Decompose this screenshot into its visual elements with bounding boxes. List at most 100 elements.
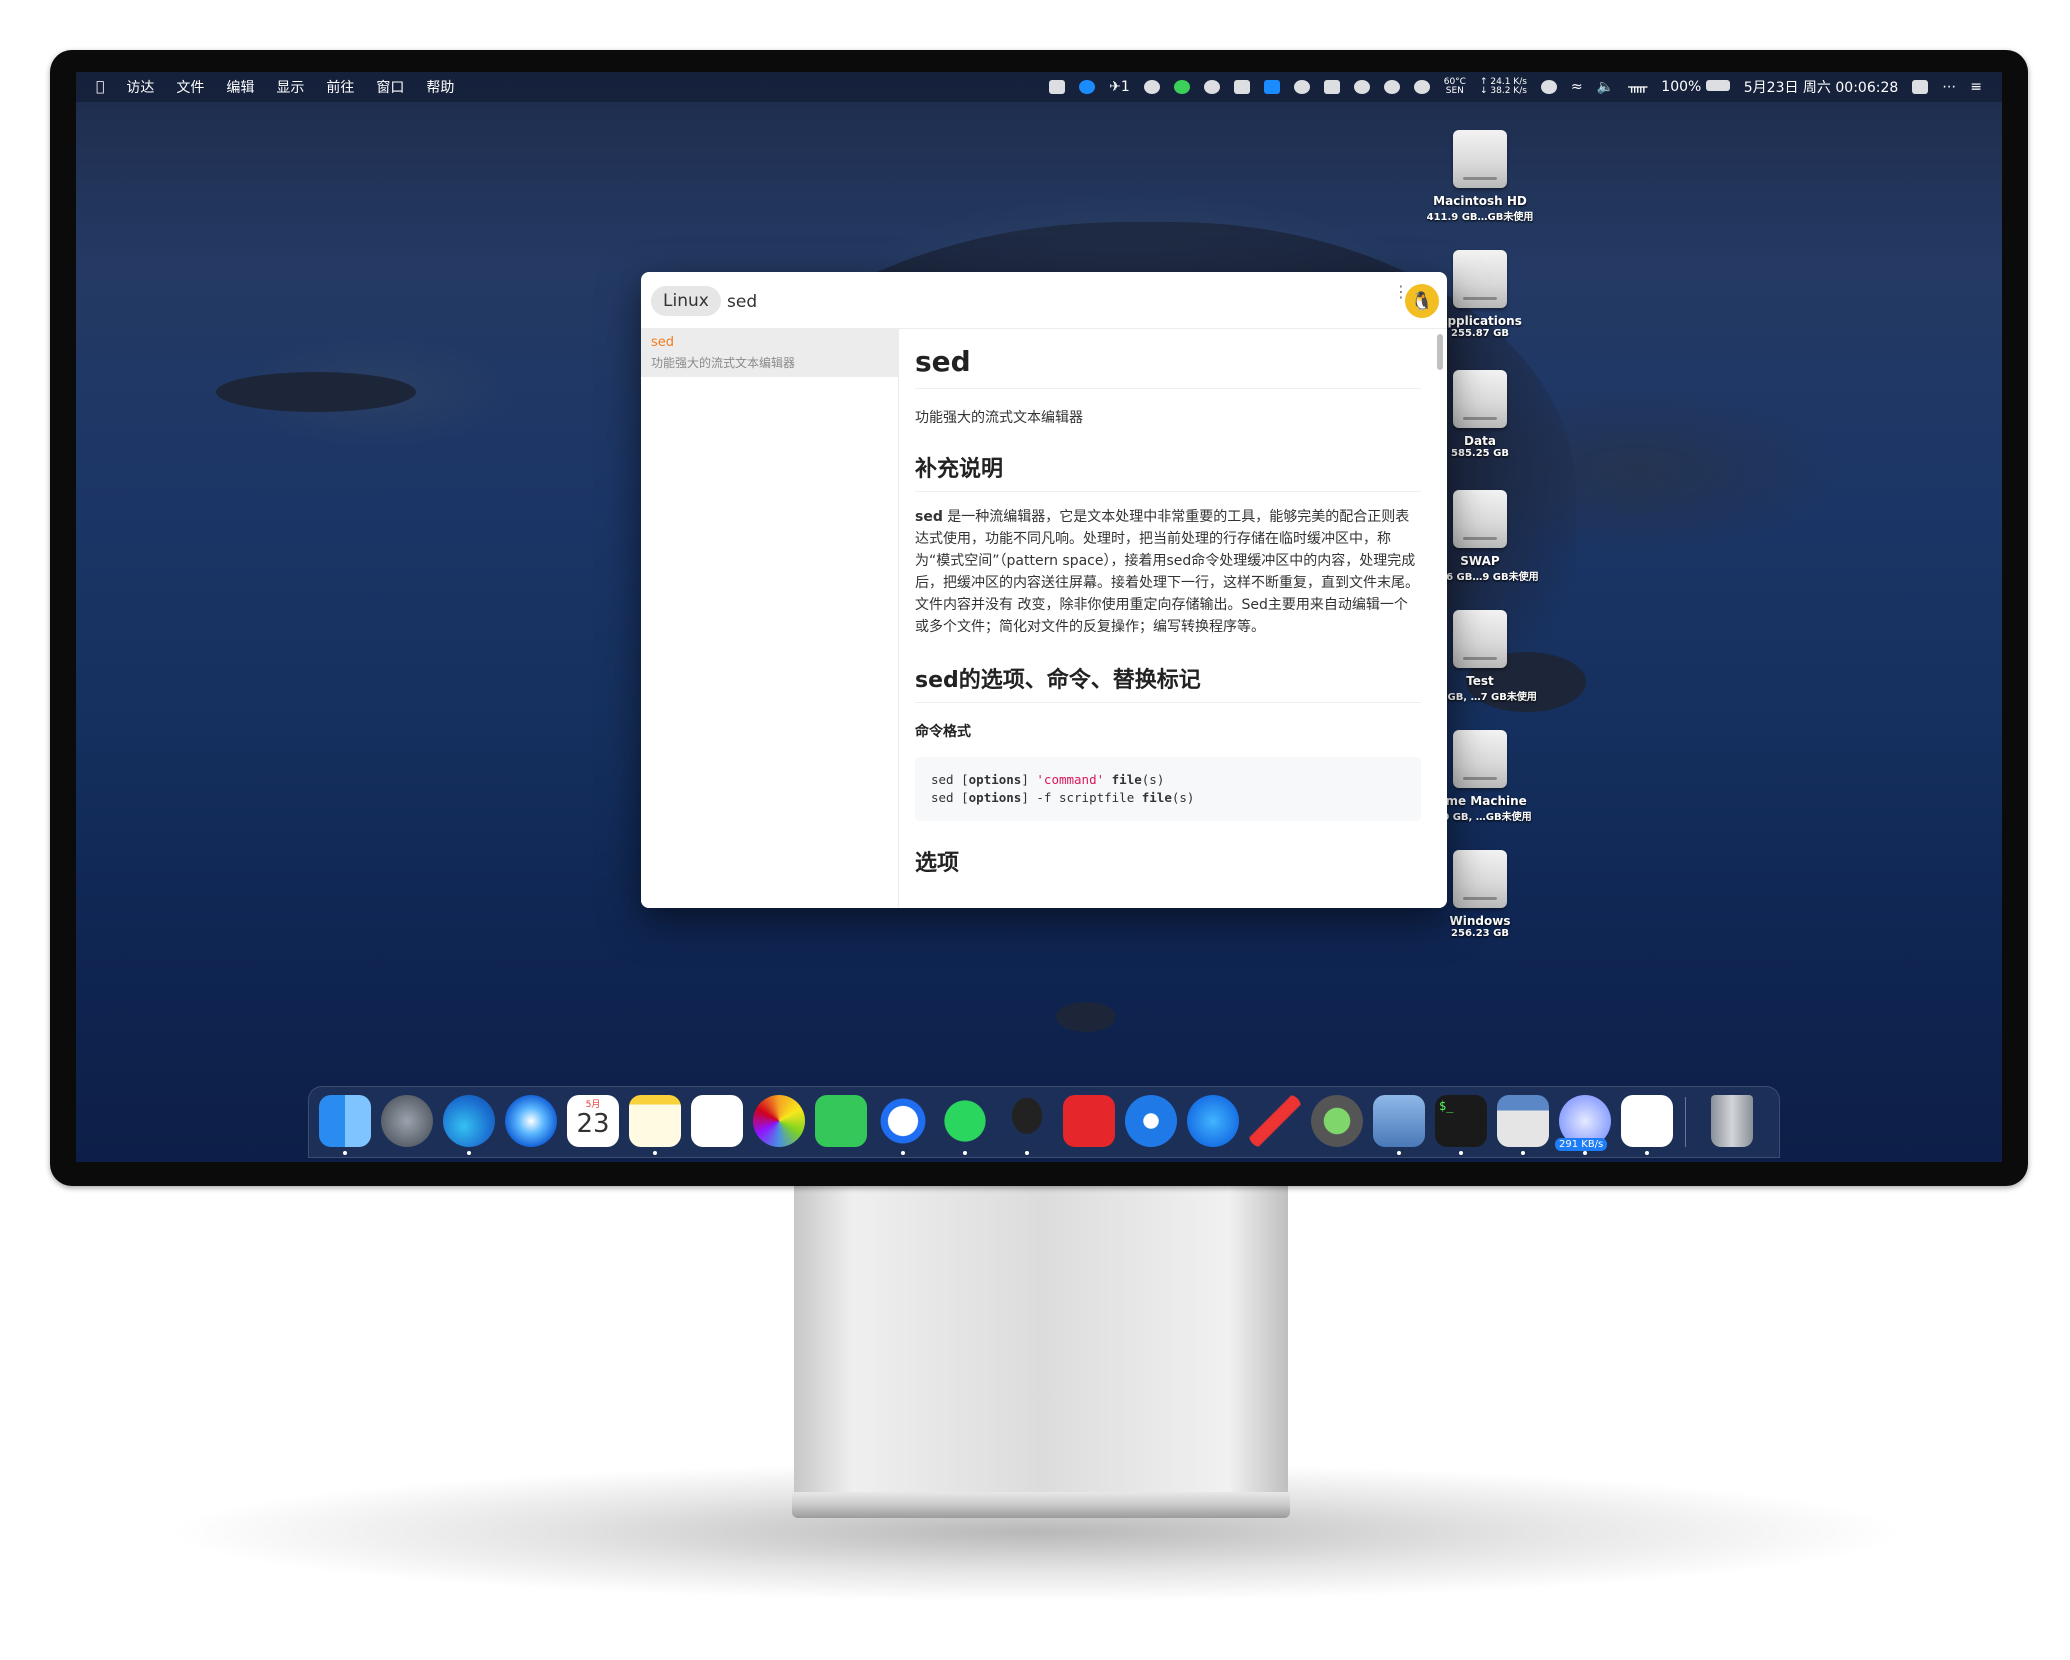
clover-icon[interactable] xyxy=(1173,80,1190,94)
trash-icon[interactable] xyxy=(1711,1095,1753,1147)
section-paragraph: sed 是一种流编辑器，它是文本处理中非常重要的工具，能够完美的配合正则表达式使… xyxy=(915,506,1421,638)
drive-size: 411.9 GB…GB未使用 xyxy=(1426,212,1534,223)
app-store-icon[interactable] xyxy=(1187,1095,1239,1147)
menu-file[interactable]: 文件 xyxy=(176,77,204,97)
monitor-stand-neck xyxy=(794,1186,1288,1492)
app-switch-icon[interactable] xyxy=(1912,80,1929,94)
calendar-icon[interactable]: 5月 23 xyxy=(567,1095,619,1147)
category-tag[interactable]: Linux xyxy=(651,286,721,316)
scrollbar[interactable] xyxy=(1437,334,1443,370)
messages-icon[interactable] xyxy=(877,1095,929,1155)
network-monitor-icon[interactable]: 291 KB/s xyxy=(1555,1095,1611,1155)
running-indicator xyxy=(343,1151,347,1155)
battery-status[interactable]: 100% xyxy=(1661,79,1730,95)
navigation-icon[interactable] xyxy=(1125,1095,1177,1147)
paragraph-lead: sed xyxy=(915,509,943,525)
wechat-icon[interactable] xyxy=(939,1095,991,1155)
result-subtitle: 功能强大的流式文本编辑器 xyxy=(651,356,796,370)
running-indicator xyxy=(1025,1151,1029,1155)
qq-icon[interactable] xyxy=(1001,1095,1053,1155)
monitor-bezel:  访达 文件 编辑 显示 前往 窗口 帮助 ✈1 xyxy=(50,50,2028,1186)
drive-macintosh-hd[interactable]: Macintosh HD 411.9 GB…GB未使用 xyxy=(1420,130,1540,223)
volume-icon[interactable]: 🔈 xyxy=(1597,79,1614,95)
more-icon[interactable]: ⋯ xyxy=(1942,79,1956,95)
notes-icon[interactable] xyxy=(629,1095,681,1155)
finder-icon[interactable] xyxy=(319,1095,371,1155)
disk-utility-icon[interactable] xyxy=(1497,1095,1549,1155)
control-center-icon[interactable]: ≡ xyxy=(1970,79,1982,95)
hard-drive-icon xyxy=(1453,730,1507,788)
vpn-icon[interactable] xyxy=(1540,80,1557,94)
apple-menu-icon[interactable]:  xyxy=(96,79,104,95)
section-heading-supplement: 补充说明 xyxy=(915,451,1421,492)
running-indicator xyxy=(1583,1151,1587,1155)
code-token: ] xyxy=(1021,790,1037,805)
code-token: -f scriptfile xyxy=(1036,790,1142,805)
preview-icon[interactable] xyxy=(1373,1095,1425,1155)
command-lookup-window: Linux ⋮ 🐧 sed 功能强大的流式文本编辑器 sed 功能强大的流式文本… xyxy=(641,272,1447,908)
wallpaper-rock xyxy=(1056,1002,1116,1032)
code-token: (s) xyxy=(1171,790,1195,805)
menu-finder[interactable]: 访达 xyxy=(126,77,154,97)
clock[interactable]: 5月23日 周六 00:06:28 xyxy=(1744,77,1899,97)
hard-drive-icon xyxy=(1453,490,1507,548)
code-line: sed [options] -f scriptfile file(s) xyxy=(931,789,1405,807)
hard-drive-icon xyxy=(1453,130,1507,188)
reminders-icon[interactable] xyxy=(691,1095,743,1147)
menu-window[interactable]: 窗口 xyxy=(376,77,404,97)
screen-mirror-icon[interactable] xyxy=(1323,80,1340,94)
menu-go[interactable]: 前往 xyxy=(326,77,354,97)
display-icon[interactable] xyxy=(1263,80,1280,94)
section-heading-flags: 选项 xyxy=(915,851,960,876)
search-input[interactable] xyxy=(725,284,1329,320)
hexagon-icon[interactable] xyxy=(1413,80,1430,94)
safari-icon[interactable] xyxy=(505,1095,557,1147)
dock: 5月 23 $_ 291 KB/s xyxy=(308,1086,1780,1158)
menu-edit[interactable]: 编辑 xyxy=(226,77,254,97)
search-status-icon[interactable] xyxy=(1293,80,1310,94)
tools-icon[interactable] xyxy=(1249,1095,1301,1147)
result-title: sed xyxy=(651,335,675,350)
launchpad-icon[interactable] xyxy=(381,1095,433,1147)
photos-icon[interactable] xyxy=(753,1095,805,1147)
cpu-temp[interactable]: 60°C SEN xyxy=(1444,78,1466,96)
network-speed[interactable]: ↑ 24.1 K/s ↓ 38.2 K/s xyxy=(1480,78,1527,96)
cloud-link-icon[interactable] xyxy=(1143,80,1160,94)
hard-drive-icon xyxy=(1453,610,1507,668)
doc-title: sed xyxy=(915,345,1421,389)
net-speed-badge: 291 KB/s xyxy=(1555,1138,1608,1151)
dock-separator xyxy=(1685,1097,1686,1147)
terminal-icon[interactable]: $_ xyxy=(1435,1095,1487,1155)
monitor-stand-base xyxy=(792,1492,1290,1518)
list-item[interactable]: sed 功能强大的流式文本编辑器 xyxy=(641,329,898,377)
doc-content: sed 功能强大的流式文本编辑器 补充说明 sed 是一种流编辑器，它是文本处理… xyxy=(899,329,1447,908)
wifi-icon[interactable]: ≈ xyxy=(1571,79,1583,95)
cloud-icon[interactable] xyxy=(1233,80,1250,94)
hard-drive-icon xyxy=(1453,250,1507,308)
wallpaper-rock xyxy=(216,372,416,412)
battery-icon xyxy=(1705,80,1730,91)
wechat-status-icon[interactable] xyxy=(1353,80,1370,94)
facetime-icon[interactable] xyxy=(815,1095,867,1147)
code-line: sed [options] 'command' file(s) xyxy=(931,771,1405,789)
bluetooth-icon[interactable]: ᚅ xyxy=(1628,79,1647,95)
bell-icon[interactable] xyxy=(1383,80,1400,94)
menu-view[interactable]: 显示 xyxy=(276,77,304,97)
penguin-icon[interactable]: 🐧 xyxy=(1405,284,1439,318)
badge-count: 1 xyxy=(1120,79,1130,95)
tool-icon[interactable] xyxy=(1049,80,1066,94)
edit-tool-icon[interactable] xyxy=(1311,1095,1363,1147)
cloud-sync-icon[interactable] xyxy=(1621,1095,1673,1155)
cube-icon[interactable] xyxy=(1203,80,1220,94)
code-string: 'command' xyxy=(1036,772,1105,787)
code-token: ] xyxy=(1021,772,1037,787)
code-token: [ xyxy=(961,772,969,787)
netease-music-icon[interactable] xyxy=(1063,1095,1115,1147)
edge-icon[interactable] xyxy=(443,1095,495,1155)
vertical-dots-icon[interactable]: ⋮ xyxy=(1393,284,1409,300)
airplane-icon[interactable]: ✈1 xyxy=(1109,79,1130,95)
app-status-icon[interactable] xyxy=(1079,80,1096,94)
menu-help[interactable]: 帮助 xyxy=(426,77,454,97)
running-indicator xyxy=(1645,1151,1649,1155)
